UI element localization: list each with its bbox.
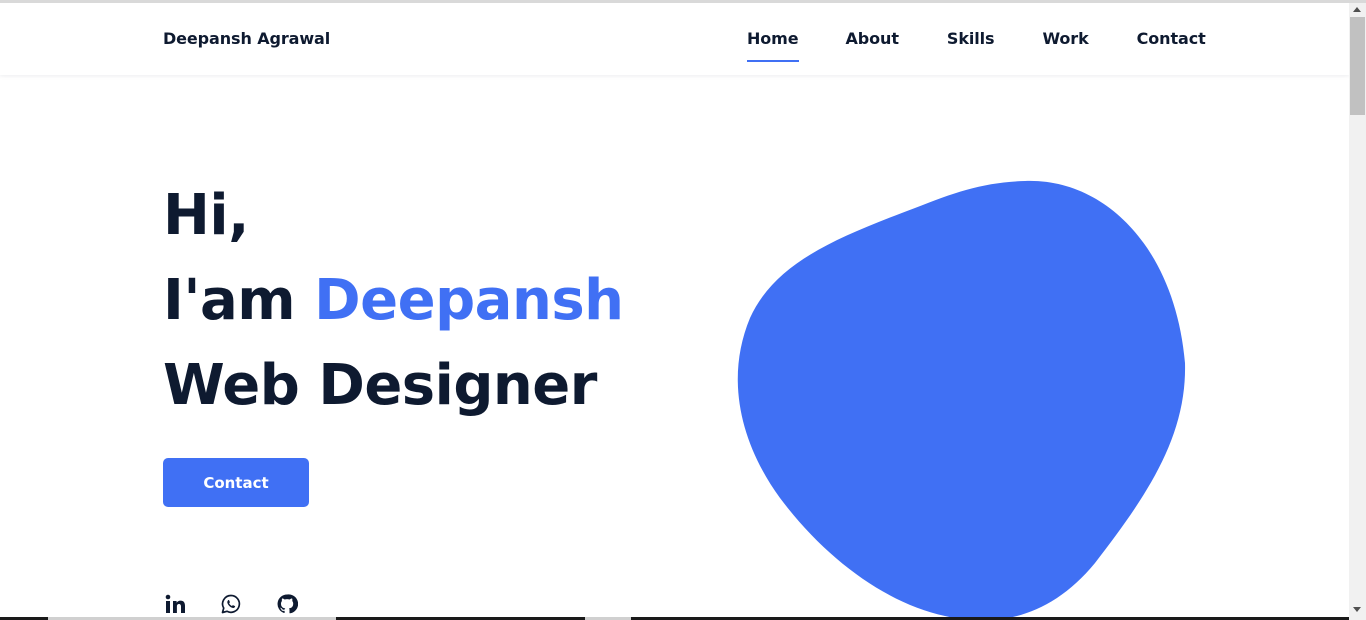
nav-contact[interactable]: Contact [1137, 29, 1206, 48]
site-logo[interactable]: Deepansh Agrawal [163, 29, 330, 48]
hero-role: Web Designer [163, 353, 597, 418]
nav-skills[interactable]: Skills [947, 29, 995, 48]
hero-intro: I'am Deepansh [163, 258, 624, 343]
site-header: Deepansh Agrawal Home About Skills Work … [0, 3, 1349, 75]
main-nav: Home About Skills Work Contact [747, 29, 1206, 62]
nav-about[interactable]: About [846, 29, 899, 48]
nav-work[interactable]: Work [1042, 29, 1088, 48]
github-icon[interactable] [276, 593, 298, 615]
nav-home[interactable]: Home [747, 29, 799, 62]
hero-name: Deepansh [314, 268, 624, 333]
hero-intro-prefix: I'am [163, 268, 315, 333]
hero-greeting: Hi, [163, 183, 249, 248]
scroll-down-arrow-icon[interactable] [1353, 607, 1361, 612]
scroll-up-arrow-icon[interactable] [1353, 7, 1361, 12]
hero-title: Hi, I'am Deepansh Web Designer [163, 173, 624, 428]
linkedin-icon[interactable] [164, 593, 186, 615]
hero-blob-shape [737, 180, 1186, 620]
contact-button[interactable]: Contact [163, 458, 309, 507]
scroll-thumb[interactable] [1350, 17, 1365, 115]
whatsapp-icon[interactable] [220, 593, 242, 615]
page: Deepansh Agrawal Home About Skills Work … [0, 3, 1349, 620]
vertical-scrollbar[interactable] [1349, 3, 1366, 620]
social-links [164, 593, 332, 615]
